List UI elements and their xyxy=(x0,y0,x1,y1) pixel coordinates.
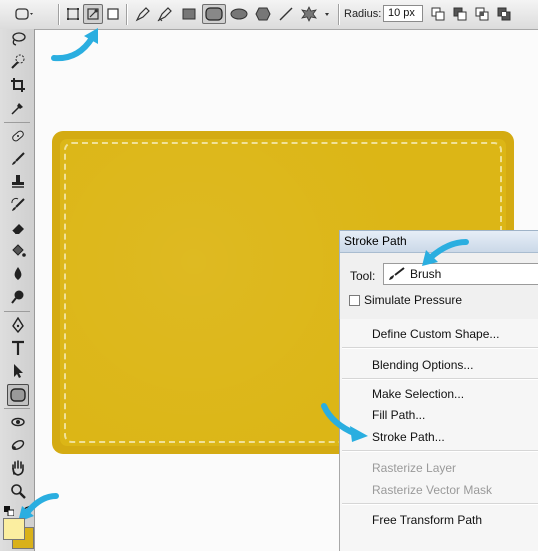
paths-icon xyxy=(87,8,99,20)
hand-tool[interactable] xyxy=(8,458,28,478)
rounded-rectangle-icon xyxy=(10,388,26,402)
add-to-area-button[interactable] xyxy=(430,5,446,23)
radius-input[interactable]: 10 px xyxy=(383,5,423,22)
pen-icon xyxy=(135,7,150,22)
blur-tool[interactable] xyxy=(8,264,28,284)
tool-preset-picker[interactable] xyxy=(14,5,36,23)
arrow-to-stroke-path-icon xyxy=(321,403,368,442)
menu-item-stroke-path[interactable]: Stroke Path... xyxy=(372,430,445,444)
shape-layers-button[interactable] xyxy=(65,5,81,23)
fill-pixels-icon xyxy=(107,8,119,20)
simulate-pressure-checkbox[interactable] xyxy=(349,294,360,306)
3d-orbit-tool[interactable] xyxy=(8,435,28,455)
freeform-pen-icon xyxy=(157,7,172,22)
shape-layers-icon xyxy=(67,8,79,20)
lasso-tool[interactable] xyxy=(8,29,28,49)
paint-bucket-tool[interactable] xyxy=(8,241,28,261)
quick-selection-icon xyxy=(11,54,25,69)
brush-tool[interactable] xyxy=(8,149,28,169)
3d-rotate-tool[interactable] xyxy=(8,412,28,432)
radius-label: Radius: xyxy=(344,8,382,20)
menu-item-rasterize-layer[interactable]: Rasterize Layer xyxy=(372,461,456,475)
clone-stamp-icon xyxy=(12,175,24,188)
paint-bucket-icon xyxy=(12,244,26,257)
history-brush-tool[interactable] xyxy=(8,195,28,215)
eraser-icon xyxy=(11,224,24,235)
eraser-tool[interactable] xyxy=(8,218,28,238)
menu-item-free-transform-path[interactable]: Free Transform Path xyxy=(372,513,482,527)
tools-panel xyxy=(0,29,35,551)
menu-item-define-custom-shape[interactable]: Define Custom Shape... xyxy=(372,327,499,341)
clone-stamp-tool[interactable] xyxy=(8,172,28,192)
brush-icon xyxy=(389,267,405,280)
history-brush-icon xyxy=(11,197,25,211)
healing-brush-tool[interactable] xyxy=(8,126,28,146)
polygon-icon xyxy=(255,7,271,21)
rounded-rect-tool-preset-icon xyxy=(15,8,33,20)
simulate-pressure-label: Simulate Pressure xyxy=(364,293,463,307)
3d-orbit-icon xyxy=(11,440,25,450)
pen-tool[interactable] xyxy=(8,315,28,335)
ellipse-tool-button[interactable] xyxy=(229,5,249,23)
path-selection-tool[interactable] xyxy=(8,361,28,381)
3d-rotate-icon xyxy=(11,417,25,427)
rounded-rectangle-icon xyxy=(205,7,223,21)
hand-icon xyxy=(12,460,24,476)
type-tool[interactable] xyxy=(8,338,28,358)
ellipse-icon xyxy=(230,8,248,20)
pen-icon xyxy=(12,317,24,333)
polygon-tool-button[interactable] xyxy=(254,5,272,23)
healing-brush-icon xyxy=(12,130,24,142)
quick-selection-tool[interactable] xyxy=(8,52,28,72)
custom-shape-icon xyxy=(301,6,329,22)
dodge-icon xyxy=(11,290,24,304)
crop-tool[interactable] xyxy=(8,75,28,95)
tool-label: Tool: xyxy=(350,269,376,283)
dodge-tool[interactable] xyxy=(8,287,28,307)
type-icon xyxy=(12,340,24,355)
brush-icon xyxy=(12,152,25,165)
eyedropper-icon xyxy=(11,103,23,115)
rounded-rectangle-tool[interactable] xyxy=(7,384,29,406)
simulate-pressure-row[interactable]: Simulate Pressure xyxy=(349,293,462,307)
arrow-to-brush-icon xyxy=(422,239,469,266)
custom-shape-picker[interactable] xyxy=(300,5,332,23)
rounded-rectangle-tool-button[interactable] xyxy=(202,4,226,24)
arrow-to-paths-icon xyxy=(51,28,98,62)
paths-button[interactable] xyxy=(83,4,103,24)
blur-icon xyxy=(14,267,22,280)
menu-item-make-selection[interactable]: Make Selection... xyxy=(372,387,464,401)
fill-pixels-button[interactable] xyxy=(106,5,120,23)
lasso-icon xyxy=(12,32,26,46)
path-selection-icon xyxy=(14,364,23,378)
foreground-color-swatch[interactable] xyxy=(3,518,25,540)
subtract-icon xyxy=(453,7,467,21)
menu-item-fill-path[interactable]: Fill Path... xyxy=(372,408,425,422)
add-to-area-icon xyxy=(431,7,445,21)
eyedropper-tool[interactable] xyxy=(8,98,28,118)
freeform-pen-button[interactable] xyxy=(156,5,174,23)
exclude-icon xyxy=(497,7,511,21)
line-tool-button[interactable] xyxy=(278,5,294,23)
intersect-button[interactable] xyxy=(474,5,490,23)
crop-icon xyxy=(11,78,25,92)
menu-item-rasterize-vector-mask[interactable]: Rasterize Vector Mask xyxy=(372,483,492,497)
line-icon xyxy=(279,7,293,21)
intersect-icon xyxy=(475,7,489,21)
rectangle-tool-button[interactable] xyxy=(180,5,198,23)
subtract-button[interactable] xyxy=(452,5,468,23)
rectangle-icon xyxy=(182,8,196,20)
exclude-button[interactable] xyxy=(496,5,512,23)
menu-item-blending-options[interactable]: Blending Options... xyxy=(372,358,473,372)
pen-tool-button[interactable] xyxy=(134,5,152,23)
